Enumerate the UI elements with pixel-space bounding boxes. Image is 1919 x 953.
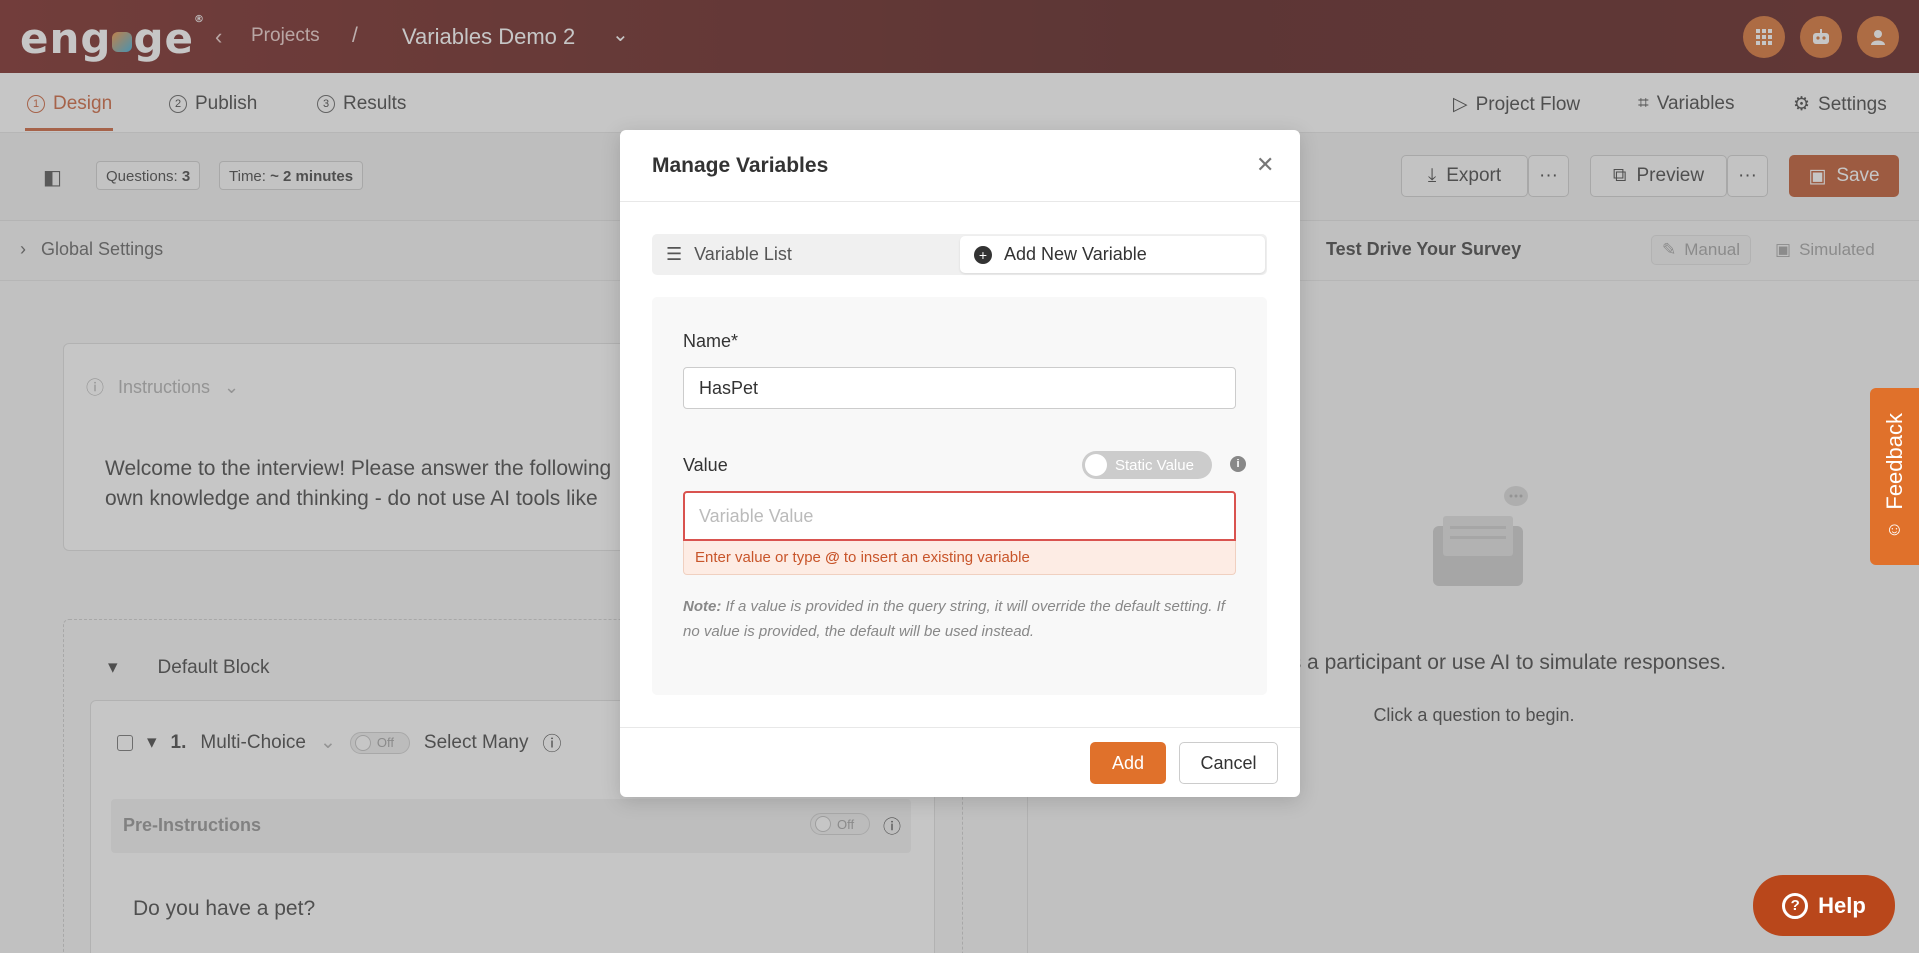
plus-circle-icon: + [974,245,992,264]
value-label: Value [683,455,728,475]
question-mark-icon: ? [1782,892,1809,919]
feedback-tab[interactable]: Feedback ☺ [1870,388,1919,565]
modal-footer-divider [620,727,1300,728]
feedback-label: Feedback [1881,412,1907,510]
help-button[interactable]: ? Help [1753,875,1895,936]
smile-icon: ☺ [1885,519,1904,540]
help-label: Help [1818,892,1866,918]
modal-divider [620,201,1300,202]
value-input[interactable] [683,491,1236,541]
cancel-button[interactable]: Cancel [1179,742,1278,784]
add-button[interactable]: Add [1090,742,1166,784]
name-label: Name* [683,331,739,351]
manage-variables-modal: Manage Variables ✕ ☰ Variable List + Add… [620,130,1300,797]
override-note: Note: If a value is provided in the quer… [683,598,1225,640]
variable-list-tab[interactable]: ☰ Variable List [666,244,792,265]
value-error-message: Enter value or type @ to insert an exist… [683,541,1236,575]
list-icon: ☰ [666,244,683,264]
close-icon[interactable]: ✕ [1256,152,1274,178]
name-input[interactable] [683,367,1236,409]
toggle-knob [1085,454,1107,476]
variable-list-label: Variable List [694,244,792,264]
variable-form: Name* Value Static Value i Enter value o… [652,297,1267,695]
add-new-variable-label: Add New Variable [1004,244,1147,264]
modal-title: Manage Variables [652,154,829,177]
modal-segmented-control: ☰ Variable List + Add New Variable [652,234,1267,275]
info-icon[interactable]: i [1230,456,1246,472]
static-value-toggle[interactable]: Static Value [1082,451,1212,479]
static-value-label: Static Value [1115,456,1194,474]
add-new-variable-tab[interactable]: + Add New Variable [960,236,1265,273]
